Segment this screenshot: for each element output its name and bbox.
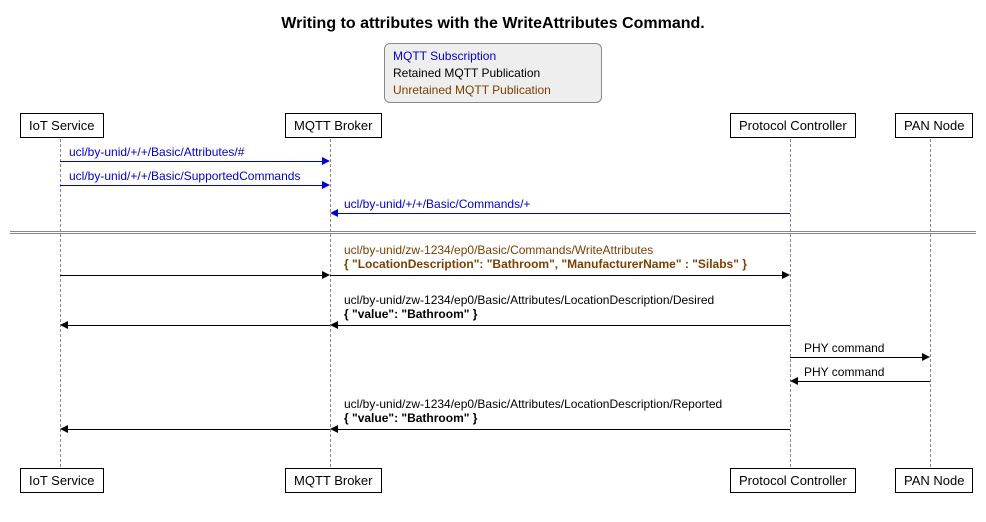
arrow bbox=[60, 275, 322, 276]
arrow bbox=[60, 185, 322, 186]
diagram-title: Writing to attributes with the WriteAttr… bbox=[10, 15, 976, 33]
arrow-head-icon bbox=[322, 157, 330, 165]
legend-subscription: MQTT Subscription bbox=[393, 48, 593, 65]
legend-unretained: Unretained MQTT Publication bbox=[393, 82, 593, 99]
section-divider bbox=[10, 231, 976, 234]
msg-payload: { "LocationDescription": "Bathroom", "Ma… bbox=[340, 257, 751, 271]
msg-phy-in: PHY command bbox=[800, 365, 888, 379]
arrow-head-icon bbox=[330, 209, 338, 217]
msg-label: ucl/by-unid/+/+/Basic/Attributes/# bbox=[65, 145, 248, 159]
arrow bbox=[338, 213, 790, 214]
msg-desired: ucl/by-unid/zw-1234/ep0/Basic/Attributes… bbox=[340, 293, 718, 321]
arrow-head-icon bbox=[922, 353, 930, 361]
msg-write-attributes: ucl/by-unid/zw-1234/ep0/Basic/Commands/W… bbox=[340, 243, 751, 271]
arrow bbox=[330, 275, 782, 276]
participant-broker-bottom: MQTT Broker bbox=[285, 468, 382, 493]
msg-label: ucl/by-unid/+/+/Basic/SupportedCommands bbox=[65, 169, 304, 183]
msg-payload: { "value": "Bathroom" } bbox=[340, 411, 481, 425]
participant-iot-top: IoT Service bbox=[20, 113, 104, 138]
msg-label: ucl/by-unid/zw-1234/ep0/Basic/Commands/W… bbox=[340, 243, 657, 257]
msg-sub-commands: ucl/by-unid/+/+/Basic/Commands/+ bbox=[340, 197, 534, 211]
arrow bbox=[338, 325, 790, 326]
msg-sub-attributes: ucl/by-unid/+/+/Basic/Attributes/# bbox=[65, 145, 248, 159]
participant-node-bottom: PAN Node bbox=[895, 468, 973, 493]
msg-phy-out: PHY command bbox=[800, 341, 888, 355]
legend-box: MQTT Subscription Retained MQTT Publicat… bbox=[384, 43, 602, 103]
participant-node-top: PAN Node bbox=[895, 113, 973, 138]
msg-label: PHY command bbox=[800, 365, 888, 379]
lifeline-node bbox=[930, 139, 931, 467]
msg-label: ucl/by-unid/zw-1234/ep0/Basic/Attributes… bbox=[340, 293, 718, 307]
arrow bbox=[798, 381, 930, 382]
participant-iot-bottom: IoT Service bbox=[20, 468, 104, 493]
lifeline-broker bbox=[330, 139, 331, 467]
arrow-head-icon bbox=[60, 321, 68, 329]
participant-broker-top: MQTT Broker bbox=[285, 113, 382, 138]
legend-retained: Retained MQTT Publication bbox=[393, 65, 593, 82]
arrow bbox=[68, 429, 330, 430]
arrow-head-icon bbox=[330, 425, 338, 433]
arrow-head-icon bbox=[322, 181, 330, 189]
lifeline-controller bbox=[790, 139, 791, 467]
msg-label: PHY command bbox=[800, 341, 888, 355]
arrow-head-icon bbox=[60, 425, 68, 433]
arrow-head-icon bbox=[330, 321, 338, 329]
arrow bbox=[68, 325, 330, 326]
participant-controller-bottom: Protocol Controller bbox=[730, 468, 856, 493]
arrow-head-icon bbox=[782, 271, 790, 279]
msg-payload: { "value": "Bathroom" } bbox=[340, 307, 481, 321]
lifeline-iot bbox=[60, 139, 61, 467]
msg-reported: ucl/by-unid/zw-1234/ep0/Basic/Attributes… bbox=[340, 397, 726, 425]
msg-label: ucl/by-unid/zw-1234/ep0/Basic/Attributes… bbox=[340, 397, 726, 411]
arrow bbox=[790, 357, 922, 358]
msg-sub-supported: ucl/by-unid/+/+/Basic/SupportedCommands bbox=[65, 169, 304, 183]
arrow bbox=[338, 429, 790, 430]
sequence-diagram: IoT Service MQTT Broker Protocol Control… bbox=[10, 113, 976, 493]
arrow-head-icon bbox=[790, 377, 798, 385]
participant-controller-top: Protocol Controller bbox=[730, 113, 856, 138]
msg-label: ucl/by-unid/+/+/Basic/Commands/+ bbox=[340, 197, 534, 211]
arrow-head-icon bbox=[322, 271, 330, 279]
arrow bbox=[60, 161, 322, 162]
